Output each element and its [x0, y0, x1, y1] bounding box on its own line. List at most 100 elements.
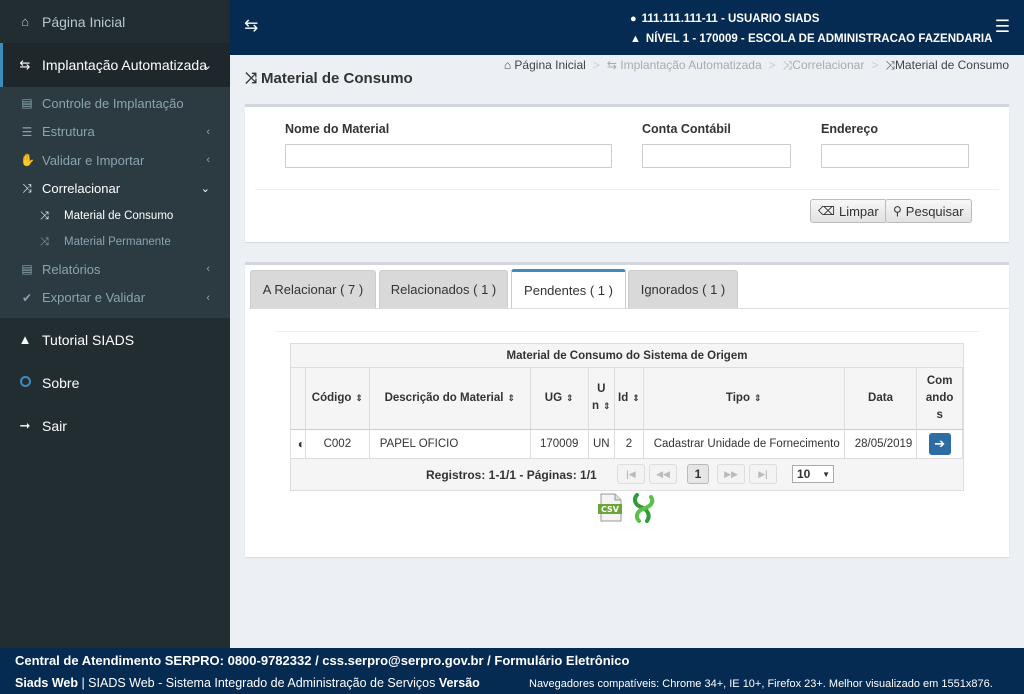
breadcrumb-label: Página Inicial [514, 58, 586, 72]
cell-data: 28/05/2019 [844, 429, 918, 459]
page-size-select[interactable]: 10 ▼ [792, 465, 834, 483]
nome-material-input[interactable] [285, 144, 612, 168]
conta-label: Conta Contábil [642, 122, 731, 136]
sidebar-item-exportar[interactable]: ✔ Exportar e Validar ‹ [0, 284, 230, 313]
last-page-button[interactable]: ▶| [749, 464, 777, 484]
sidebar-item-label: Controle de Implantação [42, 95, 184, 111]
sidebar-item-correlacionar[interactable]: ⤨ Correlacionar ⌄ [0, 175, 230, 204]
prev-page-icon: ◀◀ [656, 468, 670, 479]
sidebar-item-label: Estrutura [42, 124, 95, 140]
random-icon: ⤨ [885, 58, 895, 72]
column-header-id[interactable]: Id ⇕ [614, 368, 644, 430]
column-header-un[interactable]: Un ⇕ [588, 368, 616, 430]
pesquisar-button[interactable]: ⚲ Pesquisar [885, 199, 972, 223]
tab-a-relacionar[interactable]: A Relacionar ( 7 ) [250, 270, 376, 308]
search-panel: Nome do Material Conta Contábil Endereço… [245, 104, 1009, 242]
paginator: Registros: 1-1/1 - Páginas: 1/1 |◀ ◀◀ 1 … [291, 459, 963, 489]
csv-export-icon[interactable]: CSV [597, 493, 625, 523]
sidebar-item-label: Tutorial SIADS [42, 331, 135, 348]
sidebar-item-tutorial[interactable]: ▲ Tutorial SIADS [0, 318, 230, 361]
tab-pendentes[interactable]: Pendentes ( 1 ) [511, 269, 626, 309]
page-button-current[interactable]: 1 [687, 464, 709, 484]
endereco-input[interactable] [821, 144, 969, 168]
sort-icon: ⇕ [603, 401, 611, 412]
nome-label: Nome do Material [285, 122, 390, 136]
cell-descricao: PAPEL OFICIO [369, 429, 531, 459]
sidebar-toggle-icon[interactable]: ⇆ [244, 16, 258, 36]
cell-codigo: C002 [305, 429, 370, 459]
sidebar-item-label: Sair [42, 417, 67, 434]
user-name: 111.111.111-11 - USUARIO SIADS [641, 13, 820, 25]
cell-ug: 170009 [530, 429, 589, 459]
limpar-button[interactable]: ⌫ Limpar [810, 199, 887, 223]
first-page-icon: |◀ [626, 468, 636, 479]
top-header: ⇆ ● 111.111.111-11 - USUARIO SIADS ▲ NÍVEL… [230, 0, 1024, 55]
divider [255, 189, 999, 190]
submenu-implantacao: ▤ Controle de Implantação ☰ Estrutura ‹ … [0, 87, 230, 318]
page-size-value: 10 [797, 467, 811, 481]
sidebar-item-label: Implantação Automatizada [42, 57, 207, 73]
breadcrumb-correlacionar[interactable]: ⤨Correlacionar [783, 58, 865, 72]
breadcrumb-label: Correlacionar [792, 58, 865, 72]
action-arrow-button[interactable]: ➔ [928, 432, 951, 455]
sidebar-item-label: Validar e Importar [42, 152, 145, 168]
footer: Central de Atendimento SERPRO: 0800-9782… [0, 648, 1024, 694]
header-label: n [592, 400, 600, 413]
pesquisar-label: Pesquisar [905, 203, 964, 219]
header-label: s [936, 408, 943, 421]
sidebar-item-home[interactable]: ⌂ Página Inicial [0, 0, 230, 43]
excel-export-icon[interactable] [629, 493, 659, 523]
next-page-icon: ▶▶ [724, 468, 738, 479]
column-header-data[interactable]: Data [844, 368, 918, 430]
prev-page-button[interactable]: ◀◀ [649, 464, 677, 484]
sidebar-item-sobre[interactable]: Sobre [0, 361, 230, 404]
tab-relacionados[interactable]: Relacionados ( 1 ) [379, 270, 508, 308]
circle-half-icon: ◐ [297, 436, 305, 451]
sidebar-item-relatorios[interactable]: ▤ Relatórios ‹ [0, 255, 230, 284]
user-info: ● 111.111.111-11 - USUARIO SIADS ▲ NÍVEL 1… [630, 9, 992, 49]
random-icon: ⤨ [245, 70, 258, 87]
tab-ignorados[interactable]: Ignorados ( 1 ) [628, 270, 738, 308]
list-alt-icon: ▤ [21, 262, 33, 277]
column-header-descricao[interactable]: Descrição do Material ⇕ [369, 368, 531, 430]
random-icon: ⤨ [782, 58, 793, 72]
first-page-button[interactable]: |◀ [617, 464, 645, 484]
level-line: ▲ NÍVEL 1 - 170009 - ESCOLA DE ADMINISTRA… [630, 29, 992, 49]
menu-bars-icon[interactable]: ☰ [995, 17, 1010, 37]
header-label: Com [926, 374, 953, 387]
sidebar-item-validar[interactable]: ✋ Validar e Importar ‹ [0, 146, 230, 175]
random-icon: ⤨ [22, 181, 32, 196]
table-row[interactable]: ◐ C002 PAPEL OFICIO 170009 UN 2 Cadastra… [291, 429, 963, 459]
page-title-text: Material de Consumo [261, 70, 413, 87]
graduation-cap-icon: ▲ [18, 332, 32, 347]
sidebar-item-material-consumo[interactable]: ⤨ Material de Consumo [0, 203, 230, 229]
header-label: Tipo [725, 391, 750, 404]
conta-contabil-input[interactable] [642, 144, 791, 168]
header-label: Código [311, 391, 352, 404]
sidebar-item-controle[interactable]: ▤ Controle de Implantação [0, 89, 230, 118]
column-header-tipo[interactable]: Tipo ⇕ [643, 368, 845, 430]
column-header-ug[interactable]: UG ⇕ [530, 368, 589, 430]
next-page-button[interactable]: ▶▶ [717, 464, 745, 484]
sidebar-item-sair[interactable]: ➞ Sair [0, 404, 230, 447]
cell-id: 2 [614, 429, 644, 459]
footer-version-link[interactable]: Versão [439, 676, 480, 690]
breadcrumb-home[interactable]: ⌂ Página Inicial [504, 58, 586, 72]
caret-down-icon: ▼ [822, 470, 830, 479]
row-toggle[interactable]: ◐ [291, 429, 306, 459]
header-label: U [597, 383, 606, 396]
user-level: NÍVEL 1 - 170009 - ESCOLA DE ADMINISTRAC… [645, 33, 993, 45]
sort-icon: ⇕ [507, 392, 516, 403]
arrow-circle-left-icon: ➔ [934, 435, 946, 451]
column-header-codigo[interactable]: Código ⇕ [305, 368, 370, 430]
breadcrumb-implantacao[interactable]: ⇆ Implantação Automatizada [607, 58, 762, 72]
sort-icon: ⇕ [355, 392, 363, 403]
sidebar-item-label: Exportar e Validar [42, 290, 146, 306]
chevron-left-icon: ‹ [206, 291, 210, 304]
sidebar-item-label: Material Permanente [64, 236, 171, 248]
exchange-icon: ⇆ [606, 58, 617, 72]
sidebar-item-material-permanente[interactable]: ⤨ Material Permanente [0, 229, 230, 255]
sidebar-item-estrutura[interactable]: ☰ Estrutura ‹ [0, 118, 230, 147]
sidebar-item-implantacao[interactable]: ⇆ Implantação Automatizada ⌄ [0, 43, 230, 87]
sidebar-item-label: Correlacionar [42, 181, 121, 197]
